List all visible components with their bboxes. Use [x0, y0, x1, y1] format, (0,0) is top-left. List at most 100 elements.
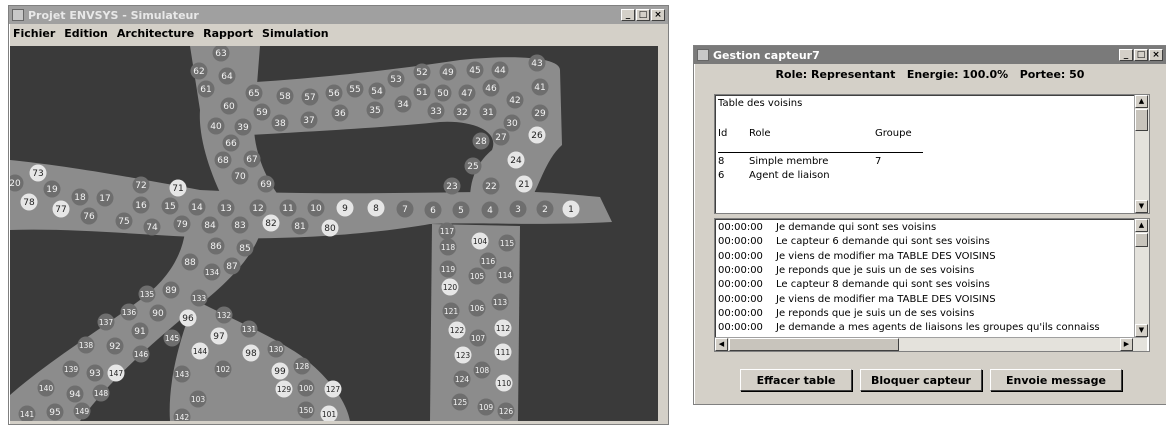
- sensor-node[interactable]: 51: [413, 83, 431, 101]
- sensor-node[interactable]: 143: [173, 365, 191, 383]
- sensor-node[interactable]: 50: [434, 84, 452, 102]
- sensor-node[interactable]: 30: [503, 114, 521, 132]
- sensor-node[interactable]: 129: [275, 380, 293, 398]
- sensor-node[interactable]: 85: [236, 239, 254, 257]
- sensor-node[interactable]: 150: [297, 401, 315, 419]
- sensor-node[interactable]: 109: [477, 398, 495, 416]
- sensor-node[interactable]: 107: [469, 329, 487, 347]
- sensor-node[interactable]: 42: [506, 91, 524, 109]
- sensor-node[interactable]: 135: [138, 285, 156, 303]
- sensor-node[interactable]: 49: [439, 63, 457, 81]
- sensor-node[interactable]: 41: [531, 78, 549, 96]
- sensor-node[interactable]: 125: [451, 393, 469, 411]
- log-vscrollbar[interactable]: ▲ ▼: [1134, 219, 1149, 337]
- sensor-node[interactable]: 38: [271, 114, 289, 132]
- sensor-node[interactable]: 82: [262, 214, 280, 232]
- sensor-node[interactable]: 114: [496, 266, 514, 284]
- sensor-node[interactable]: 105: [468, 267, 486, 285]
- sensor-node[interactable]: 16: [132, 196, 150, 214]
- sensor-node[interactable]: 15: [161, 197, 179, 215]
- sensor-node[interactable]: 121: [442, 302, 460, 320]
- sensor-node[interactable]: 136: [120, 303, 138, 321]
- scroll-up-icon[interactable]: ▲: [1135, 95, 1148, 108]
- sensor-node[interactable]: 115: [498, 234, 516, 252]
- sensor-node[interactable]: 97: [210, 327, 228, 345]
- sensor-node[interactable]: 116: [479, 252, 497, 270]
- sensor-node[interactable]: 138: [77, 336, 95, 354]
- sensor-map[interactable]: 6362 6461 65605958 57 56 55 545352 49 45 444351 50…: [10, 46, 658, 421]
- sensor-node[interactable]: 140: [37, 379, 55, 397]
- minimize-icon[interactable]: _: [621, 9, 635, 21]
- sensor-node[interactable]: 91: [131, 322, 149, 340]
- sensor-node[interactable]: 25: [464, 157, 482, 175]
- sensor-node[interactable]: 147: [107, 364, 125, 382]
- sensor-node[interactable]: 18: [71, 188, 89, 206]
- sensor-node[interactable]: 88: [181, 253, 199, 271]
- sensor-node[interactable]: 52: [413, 63, 431, 81]
- sensor-node[interactable]: 89: [162, 281, 180, 299]
- sensor-node[interactable]: 103: [189, 390, 207, 408]
- sensor-node[interactable]: 144: [191, 342, 209, 360]
- sensor-node[interactable]: 111: [494, 343, 512, 361]
- clear-table-button[interactable]: Effacer table: [740, 369, 852, 391]
- sensor-node[interactable]: 72: [132, 176, 150, 194]
- sensor-node[interactable]: 66: [222, 134, 240, 152]
- sensor-node[interactable]: 59: [253, 103, 271, 121]
- sensor-node[interactable]: 99: [271, 362, 289, 380]
- sensor-node[interactable]: 74: [143, 218, 161, 236]
- sensor-node[interactable]: 27: [492, 128, 510, 146]
- sensor-node[interactable]: 29: [531, 104, 549, 122]
- close-icon[interactable]: ×: [651, 9, 665, 21]
- sensor-node[interactable]: 17: [96, 189, 114, 207]
- sensor-node[interactable]: 9: [336, 199, 354, 217]
- scroll-down-icon[interactable]: ▼: [1135, 324, 1148, 337]
- sensor-node[interactable]: 57: [301, 88, 319, 106]
- sensor-node[interactable]: 86: [207, 237, 225, 255]
- message-log-pane[interactable]: 00:00:00 Je demande qui sont ses voisins 0…: [714, 218, 1150, 352]
- sensor-node[interactable]: 4: [481, 201, 499, 219]
- sensor-node[interactable]: 64: [218, 67, 236, 85]
- sensor-node[interactable]: 117: [438, 222, 456, 240]
- sensor-node[interactable]: 96: [179, 309, 197, 327]
- sensor-node[interactable]: 47: [458, 84, 476, 102]
- sensor-node[interactable]: 6: [424, 201, 442, 219]
- sensor-node[interactable]: 113: [491, 293, 509, 311]
- sensor-node[interactable]: 65: [245, 84, 263, 102]
- scroll-left-icon[interactable]: ◀: [715, 338, 728, 351]
- sensor-node[interactable]: 137: [97, 313, 115, 331]
- sensor-node[interactable]: 100: [297, 379, 315, 397]
- sensor-node[interactable]: 145: [163, 329, 181, 347]
- sensor-node[interactable]: 122: [448, 321, 466, 339]
- sensor-node[interactable]: 110: [495, 374, 513, 392]
- sensor-node[interactable]: 90: [149, 304, 167, 322]
- log-hscrollbar[interactable]: ◀ ▶: [715, 337, 1147, 351]
- sensor-node[interactable]: 120: [441, 278, 459, 296]
- sensor-node[interactable]: 10: [307, 199, 325, 217]
- sensor-node[interactable]: 54: [368, 82, 386, 100]
- sensor-node[interactable]: 148: [92, 384, 110, 402]
- sensor-node[interactable]: 55: [346, 80, 364, 98]
- scroll-thumb[interactable]: [729, 338, 899, 351]
- sensor-node[interactable]: 12: [249, 199, 267, 217]
- sensor-node[interactable]: 43: [528, 54, 546, 72]
- sensor-node[interactable]: 3: [509, 200, 527, 218]
- neighbours-table-pane[interactable]: Table des voisins Id Role Groupe 8 Simpl…: [714, 94, 1150, 214]
- sensor-node[interactable]: 62: [190, 62, 208, 80]
- menu-fichier[interactable]: Fichier: [13, 27, 55, 40]
- sensor-node[interactable]: 58: [276, 87, 294, 105]
- scroll-up-icon[interactable]: ▲: [1135, 219, 1148, 232]
- sensor-node[interactable]: 124: [453, 370, 471, 388]
- sensor-node[interactable]: 112: [494, 319, 512, 337]
- sensor-node[interactable]: 21: [515, 175, 533, 193]
- table-vscrollbar[interactable]: ▲ ▼: [1134, 95, 1149, 213]
- sensor-node[interactable]: 134: [203, 263, 221, 281]
- sensor-node[interactable]: 33: [427, 102, 445, 120]
- sensor-node[interactable]: 8: [367, 199, 385, 217]
- sensor-node[interactable]: 5: [452, 201, 470, 219]
- sensor-node[interactable]: 22: [482, 177, 500, 195]
- sensor-node[interactable]: 133: [190, 289, 208, 307]
- sensor-node[interactable]: 32: [453, 103, 471, 121]
- sensor-node[interactable]: 94: [66, 385, 84, 403]
- sensor-node[interactable]: 37: [300, 111, 318, 129]
- sensor-node[interactable]: 83: [231, 216, 249, 234]
